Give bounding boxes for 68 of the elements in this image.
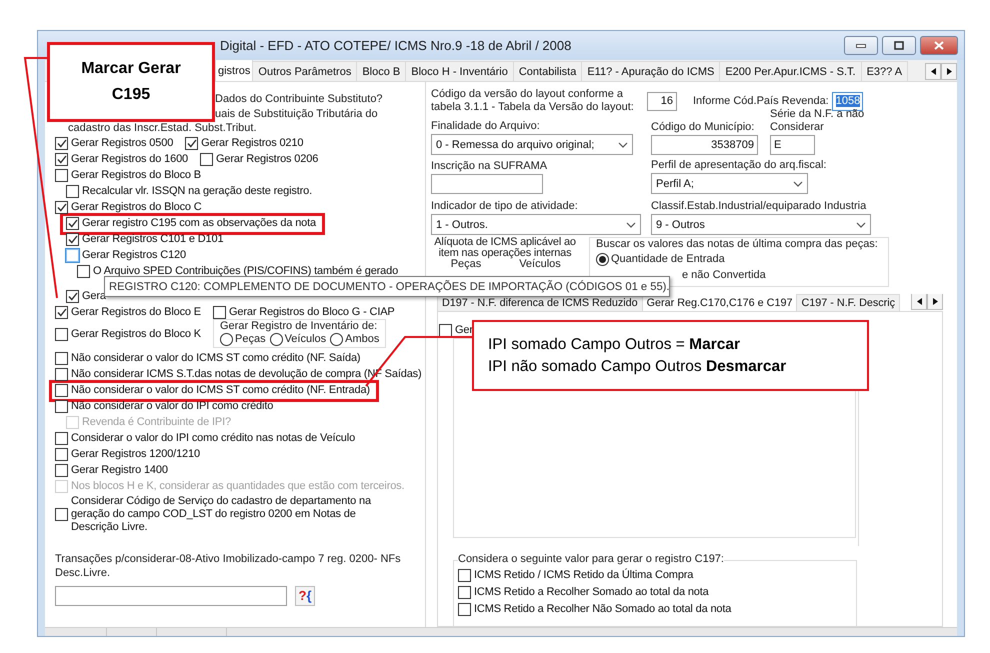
option-label: Gerar Registros C101 e D101 [82, 233, 224, 246]
option-label: Ger [455, 324, 473, 336]
callout-text: IPI somado Campo Outros = Marcar [488, 336, 740, 354]
option-label: Gerar Registros do Bloco C [71, 201, 202, 214]
dropdown[interactable]: 0 - Remessa do arquivo original; [431, 134, 633, 155]
tab[interactable]: E3?? A [860, 61, 908, 81]
input-field[interactable]: 1058 [832, 92, 863, 110]
field-label: Código da versão do layout conforme a tabela 3.1.1 - Tabela da Versão do layout: [431, 88, 635, 114]
option-label: uais de Substituição Tributária do [215, 106, 378, 121]
radio-label: e não Convertida [682, 269, 766, 281]
option-label: Gerar Registros do Bloco K [71, 328, 201, 340]
group-title: Gerar Registro de Inventário de: [220, 320, 378, 332]
option-label: cadastro das Inscr.Estad. Subst.Tribut. [68, 121, 257, 136]
option-label: Gerar Registro 1400 [71, 464, 168, 477]
dropdown[interactable]: 1 - Outros. [431, 214, 641, 235]
option-label: Gerar Registros do 1600 [71, 153, 188, 166]
option-label: Gerar Registros 1200/1210 [71, 448, 200, 461]
tooltip: REGISTRO C120: COMPLEMENTO DE DOCUMENTO - OPERAÇÕES DE IMPORTAÇÃO (CÓDIGOS 01 e 55). [104, 276, 670, 297]
option-label: Considerar Código de Serviço do cadastro de departamento na geração do campo COD_LST do registro 0200 em Notas de Descrição Livre. [71, 494, 372, 534]
callout: Marcar Gerar C195 [47, 42, 215, 122]
radio-label: Ambos [345, 332, 380, 346]
field-label: Perfil de apresentação do arq.fiscal: [651, 159, 828, 172]
column-label: Peças [450, 259, 482, 270]
group-title: Buscar os valores das notas de última compra das peças: [596, 238, 878, 250]
field-label: Finalidade do Arquivo: [431, 120, 541, 133]
callout-text: IPI não somado Campo Outros Desmarcar [488, 358, 786, 376]
dropdown[interactable]: 9 - Outros [651, 214, 871, 235]
input-field[interactable]: 16 [647, 92, 677, 110]
option-label: Gerar Registros 0500 [71, 137, 174, 150]
lookup-button[interactable]: ?{ [295, 586, 315, 606]
option-label: Revenda é Contribuinte de IPI? [82, 416, 231, 429]
option-label: ICMS Retido a Recolher Não Somado ao total da nota [474, 602, 732, 616]
radio-label: Veículos [284, 332, 326, 346]
option-label: Gerar Registros 0210 [201, 137, 304, 150]
option-label: Gerar Registros do Bloco E [71, 306, 201, 319]
option-label: O Arquivo SPED Contribuições (PIS/COFINS) também é gerado [93, 265, 398, 278]
field-label: Inscrição na SUFRAMA [431, 160, 548, 173]
option-label: Gerar Registros do Bloco B [71, 169, 201, 182]
input-field[interactable]: E [770, 135, 815, 155]
option-label: Gerar Registros do Bloco G - CIAP [229, 306, 395, 319]
option-label: Não considerar o valor do ICMS ST como crédito (NF. Entrada) [71, 384, 370, 397]
option-label: Nos blocos H e K, considerar as quantidades que estão com terceiros. [71, 480, 404, 493]
option-label: Considerar o valor do IPI como crédito nas notas de Veículo [71, 432, 356, 445]
option-label: ICMS Retido / ICMS Retido da Última Compra [474, 568, 694, 582]
dropdown[interactable]: Perfil A; [651, 173, 808, 194]
field-label: Indicador de tipo de atividade: [431, 200, 579, 213]
option-label: Não considerar o valor do ICMS ST como crédito (NF. Saída) [71, 352, 360, 365]
option-label: Gerar Registros 0206 [216, 153, 318, 166]
tab[interactable]: gistros [215, 60, 254, 81]
radio-label: Quantidade de Entrada [611, 252, 725, 266]
input-field[interactable]: 3538709 [651, 135, 758, 155]
field-label: Série da N.F. a não Considerar [770, 108, 866, 134]
window-title: Digital - EFD - ATO COTEPE/ ICMS Nro.9 -18 de Abril / 2008 [220, 38, 572, 53]
option-label: Dados do Contribuinte Substituto? [215, 92, 383, 106]
field-label: Informe Cód.País Revenda: [693, 94, 829, 108]
option-label: Gerar Registros C120 [82, 249, 186, 262]
field-label: Alíquota de ICMS aplicável ao item nas operações internas [433, 237, 577, 259]
field-label: Classif.Estab.Industrial/equiparado Industria [651, 200, 868, 213]
tab[interactable]: C197 - N.F. Descriç [796, 294, 900, 311]
column-label: Veículos [519, 259, 561, 270]
option-label: Não considerar o valor do IPI como crédito [71, 400, 274, 413]
radio-label: Peças [235, 332, 266, 346]
option-label: Recalcular vlr. ISSQN na geração deste registro. [82, 185, 312, 198]
field-label: Transações p/considerar-08-Ativo Imobilizado-campo 7 reg. 0200- NFs Desc.Livre. [55, 552, 402, 580]
option-label: ICMS Retido a Recolher Somado ao total da nota [474, 586, 709, 598]
field-label: Código do Município: [651, 121, 756, 134]
option-label: Gerar registro C195 com as observações da nota [82, 217, 316, 230]
group-title: Considera o seguinte valor para gerar o registro C197: [458, 553, 724, 566]
